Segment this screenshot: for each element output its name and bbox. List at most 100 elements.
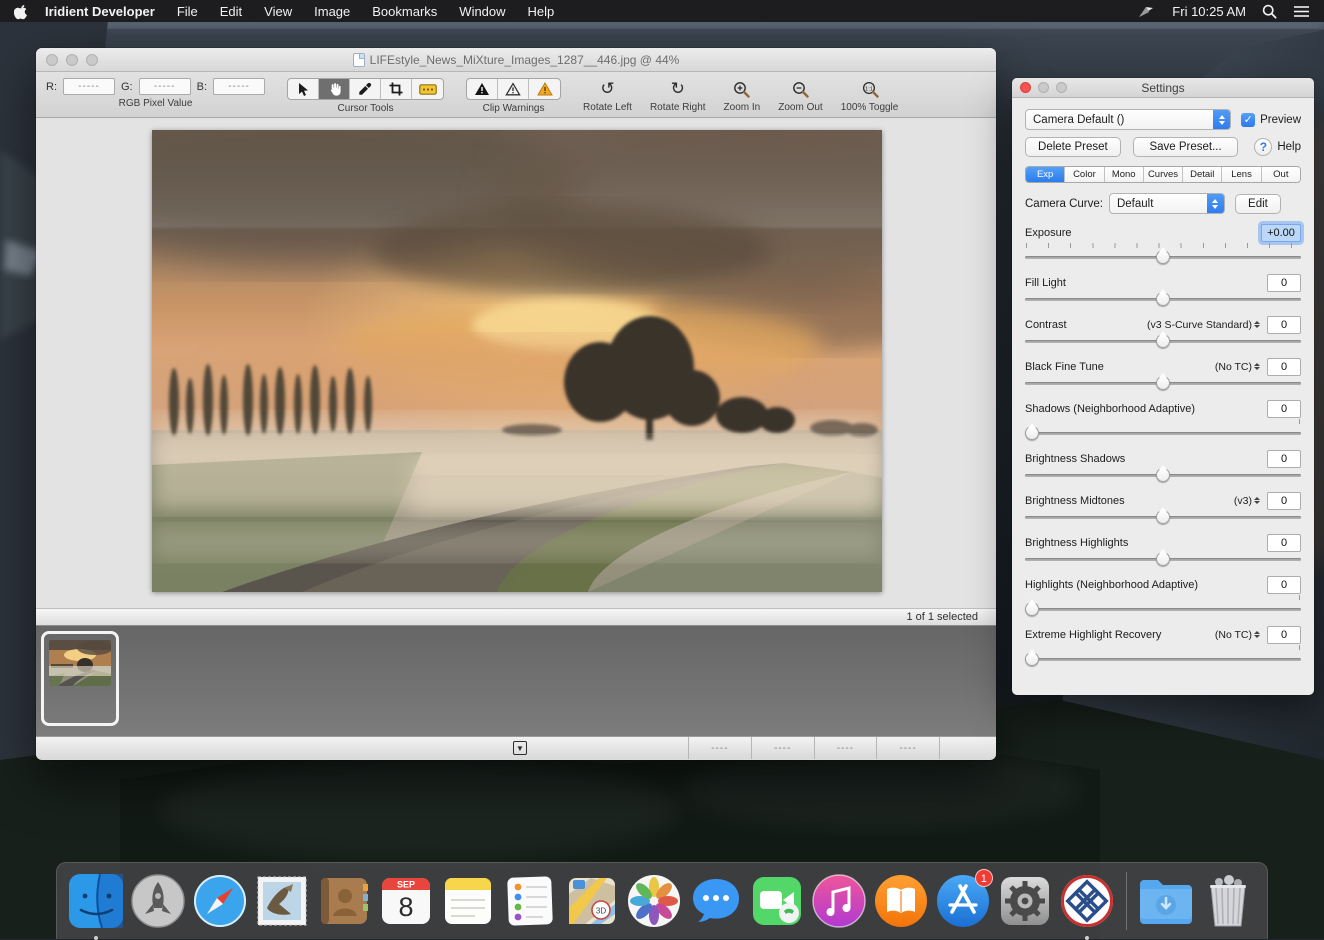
dock-mail-icon[interactable]: [251, 870, 312, 932]
flag-icon[interactable]: [1137, 4, 1156, 19]
brightness-midtones-slider[interactable]: [1025, 509, 1301, 525]
extreme-highlight-mode-dropdown[interactable]: (No TC): [1215, 629, 1260, 641]
tab-exp[interactable]: Exp: [1026, 167, 1065, 182]
spotlight-search-icon[interactable]: [1262, 4, 1277, 19]
contrast-value-field[interactable]: 0: [1267, 316, 1301, 334]
shadows-value-field[interactable]: 0: [1267, 400, 1301, 418]
settings-title-bar[interactable]: Settings: [1012, 78, 1314, 98]
dock-notes-icon[interactable]: [437, 870, 498, 932]
dock-contacts-icon[interactable]: [313, 870, 374, 932]
rotate-right-button[interactable]: ↻ Rotate Right: [650, 78, 706, 113]
brightness-midtones-mode-dropdown[interactable]: (v3): [1234, 495, 1260, 507]
window-title-bar[interactable]: LIFEstyle_News_MiXture_Images_1287__446.…: [36, 48, 996, 72]
menu-bookmarks[interactable]: Bookmarks: [372, 4, 437, 19]
slider-thumb[interactable]: [1156, 510, 1170, 524]
hundred-percent-toggle-button[interactable]: 1:1 100% Toggle: [841, 78, 899, 113]
tab-color[interactable]: Color: [1065, 167, 1104, 182]
slider-thumb[interactable]: [1156, 376, 1170, 390]
preview-checkbox[interactable]: ✓: [1241, 113, 1255, 127]
highlights-slider[interactable]: [1025, 601, 1301, 617]
exposure-value-field[interactable]: +0.00: [1261, 224, 1301, 242]
tab-lens[interactable]: Lens: [1222, 167, 1261, 182]
brightness-highlights-value-field[interactable]: 0: [1267, 534, 1301, 552]
notification-center-icon[interactable]: [1293, 5, 1310, 18]
camera-curve-dropdown[interactable]: Default: [1109, 193, 1225, 214]
tab-detail[interactable]: Detail: [1183, 167, 1222, 182]
delete-preset-button[interactable]: Delete Preset: [1025, 137, 1121, 157]
slider-thumb[interactable]: [1156, 292, 1170, 306]
menu-help[interactable]: Help: [528, 4, 555, 19]
apple-menu[interactable]: [14, 3, 29, 20]
black-clip-warning-icon[interactable]: [467, 79, 498, 99]
dock-maps-icon[interactable]: 3D: [561, 870, 622, 932]
outline-clip-warning-icon[interactable]: [498, 79, 529, 99]
menu-image[interactable]: Image: [314, 4, 350, 19]
dock-iridient-developer-icon[interactable]: [1057, 870, 1118, 932]
dock-messages-icon[interactable]: [685, 870, 746, 932]
dock-itunes-icon[interactable]: [809, 870, 870, 932]
extreme-highlight-value-field[interactable]: 0: [1267, 626, 1301, 644]
eyedropper-icon[interactable]: [350, 79, 381, 99]
crop-icon[interactable]: [381, 79, 412, 99]
hand-pan-icon[interactable]: [319, 79, 350, 99]
dock-app-store-icon[interactable]: 1: [933, 870, 994, 932]
shadows-slider[interactable]: [1025, 425, 1301, 441]
rotate-left-button[interactable]: ↺ Rotate Left: [583, 78, 632, 113]
brightness-shadows-value-field[interactable]: 0: [1267, 450, 1301, 468]
tab-mono[interactable]: Mono: [1105, 167, 1144, 182]
slider-thumb[interactable]: [1025, 426, 1039, 440]
highlights-value-field[interactable]: 0: [1267, 576, 1301, 594]
svg-text:3D: 3D: [595, 906, 605, 915]
dock-trash-icon[interactable]: [1198, 870, 1259, 932]
slider-thumb[interactable]: [1156, 468, 1170, 482]
zoom-out-button[interactable]: Zoom Out: [778, 78, 822, 113]
save-preset-button[interactable]: Save Preset...: [1133, 137, 1239, 157]
arrow-cursor-icon[interactable]: [288, 79, 319, 99]
menu-window[interactable]: Window: [459, 4, 505, 19]
highlight-clip-warning-icon[interactable]: [529, 79, 560, 99]
slider-thumb[interactable]: [1156, 552, 1170, 566]
tab-out[interactable]: Out: [1262, 167, 1300, 182]
menu-file[interactable]: File: [177, 4, 198, 19]
color-meter-icon[interactable]: [412, 79, 443, 99]
dock-system-preferences-icon[interactable]: [995, 870, 1056, 932]
filter-icon[interactable]: ▼: [513, 741, 527, 755]
fill-light-slider[interactable]: [1025, 291, 1301, 307]
help-button[interactable]: ?: [1254, 138, 1272, 156]
dock-photos-icon[interactable]: [623, 870, 684, 932]
fill-light-value-field[interactable]: 0: [1267, 274, 1301, 292]
contrast-slider[interactable]: [1025, 333, 1301, 349]
contrast-mode-dropdown[interactable]: (v3 S-Curve Standard): [1147, 319, 1260, 331]
black-fine-tune-value-field[interactable]: 0: [1267, 358, 1301, 376]
edit-curve-button[interactable]: Edit: [1235, 194, 1281, 214]
menubar-clock[interactable]: Fri 10:25 AM: [1172, 4, 1246, 19]
brightness-highlights-slider[interactable]: [1025, 551, 1301, 567]
preset-dropdown[interactable]: Camera Default (): [1025, 109, 1231, 130]
black-fine-tune-mode-dropdown[interactable]: (No TC): [1215, 361, 1260, 373]
slider-thumb[interactable]: [1025, 652, 1039, 666]
thumbnail-selected[interactable]: [41, 631, 119, 726]
dock-launchpad-icon[interactable]: [127, 870, 188, 932]
slider-row-shadows: Shadows (Neighborhood Adaptive) 0: [1025, 400, 1301, 441]
slider-thumb[interactable]: [1156, 334, 1170, 348]
menu-edit[interactable]: Edit: [220, 4, 242, 19]
dock-ibooks-icon[interactable]: [871, 870, 932, 932]
tab-curves[interactable]: Curves: [1144, 167, 1183, 182]
dock-downloads-folder-icon[interactable]: [1136, 870, 1197, 932]
dock-safari-icon[interactable]: [189, 870, 250, 932]
slider-thumb[interactable]: [1156, 250, 1170, 264]
brightness-shadows-slider[interactable]: [1025, 467, 1301, 483]
photo-canvas[interactable]: [152, 130, 882, 592]
dock-calendar-icon[interactable]: SEP8: [375, 870, 436, 932]
menubar-app-name[interactable]: Iridient Developer: [45, 4, 155, 19]
black-fine-tune-slider[interactable]: [1025, 375, 1301, 391]
extreme-highlight-slider[interactable]: [1025, 651, 1301, 667]
slider-thumb[interactable]: [1025, 602, 1039, 616]
zoom-in-button[interactable]: Zoom In: [724, 78, 761, 113]
dock-facetime-icon[interactable]: [747, 870, 808, 932]
brightness-midtones-value-field[interactable]: 0: [1267, 492, 1301, 510]
dock-reminders-icon[interactable]: [499, 870, 560, 932]
menu-view[interactable]: View: [264, 4, 292, 19]
exposure-slider[interactable]: [1025, 249, 1301, 265]
dock-finder-icon[interactable]: [66, 870, 127, 932]
